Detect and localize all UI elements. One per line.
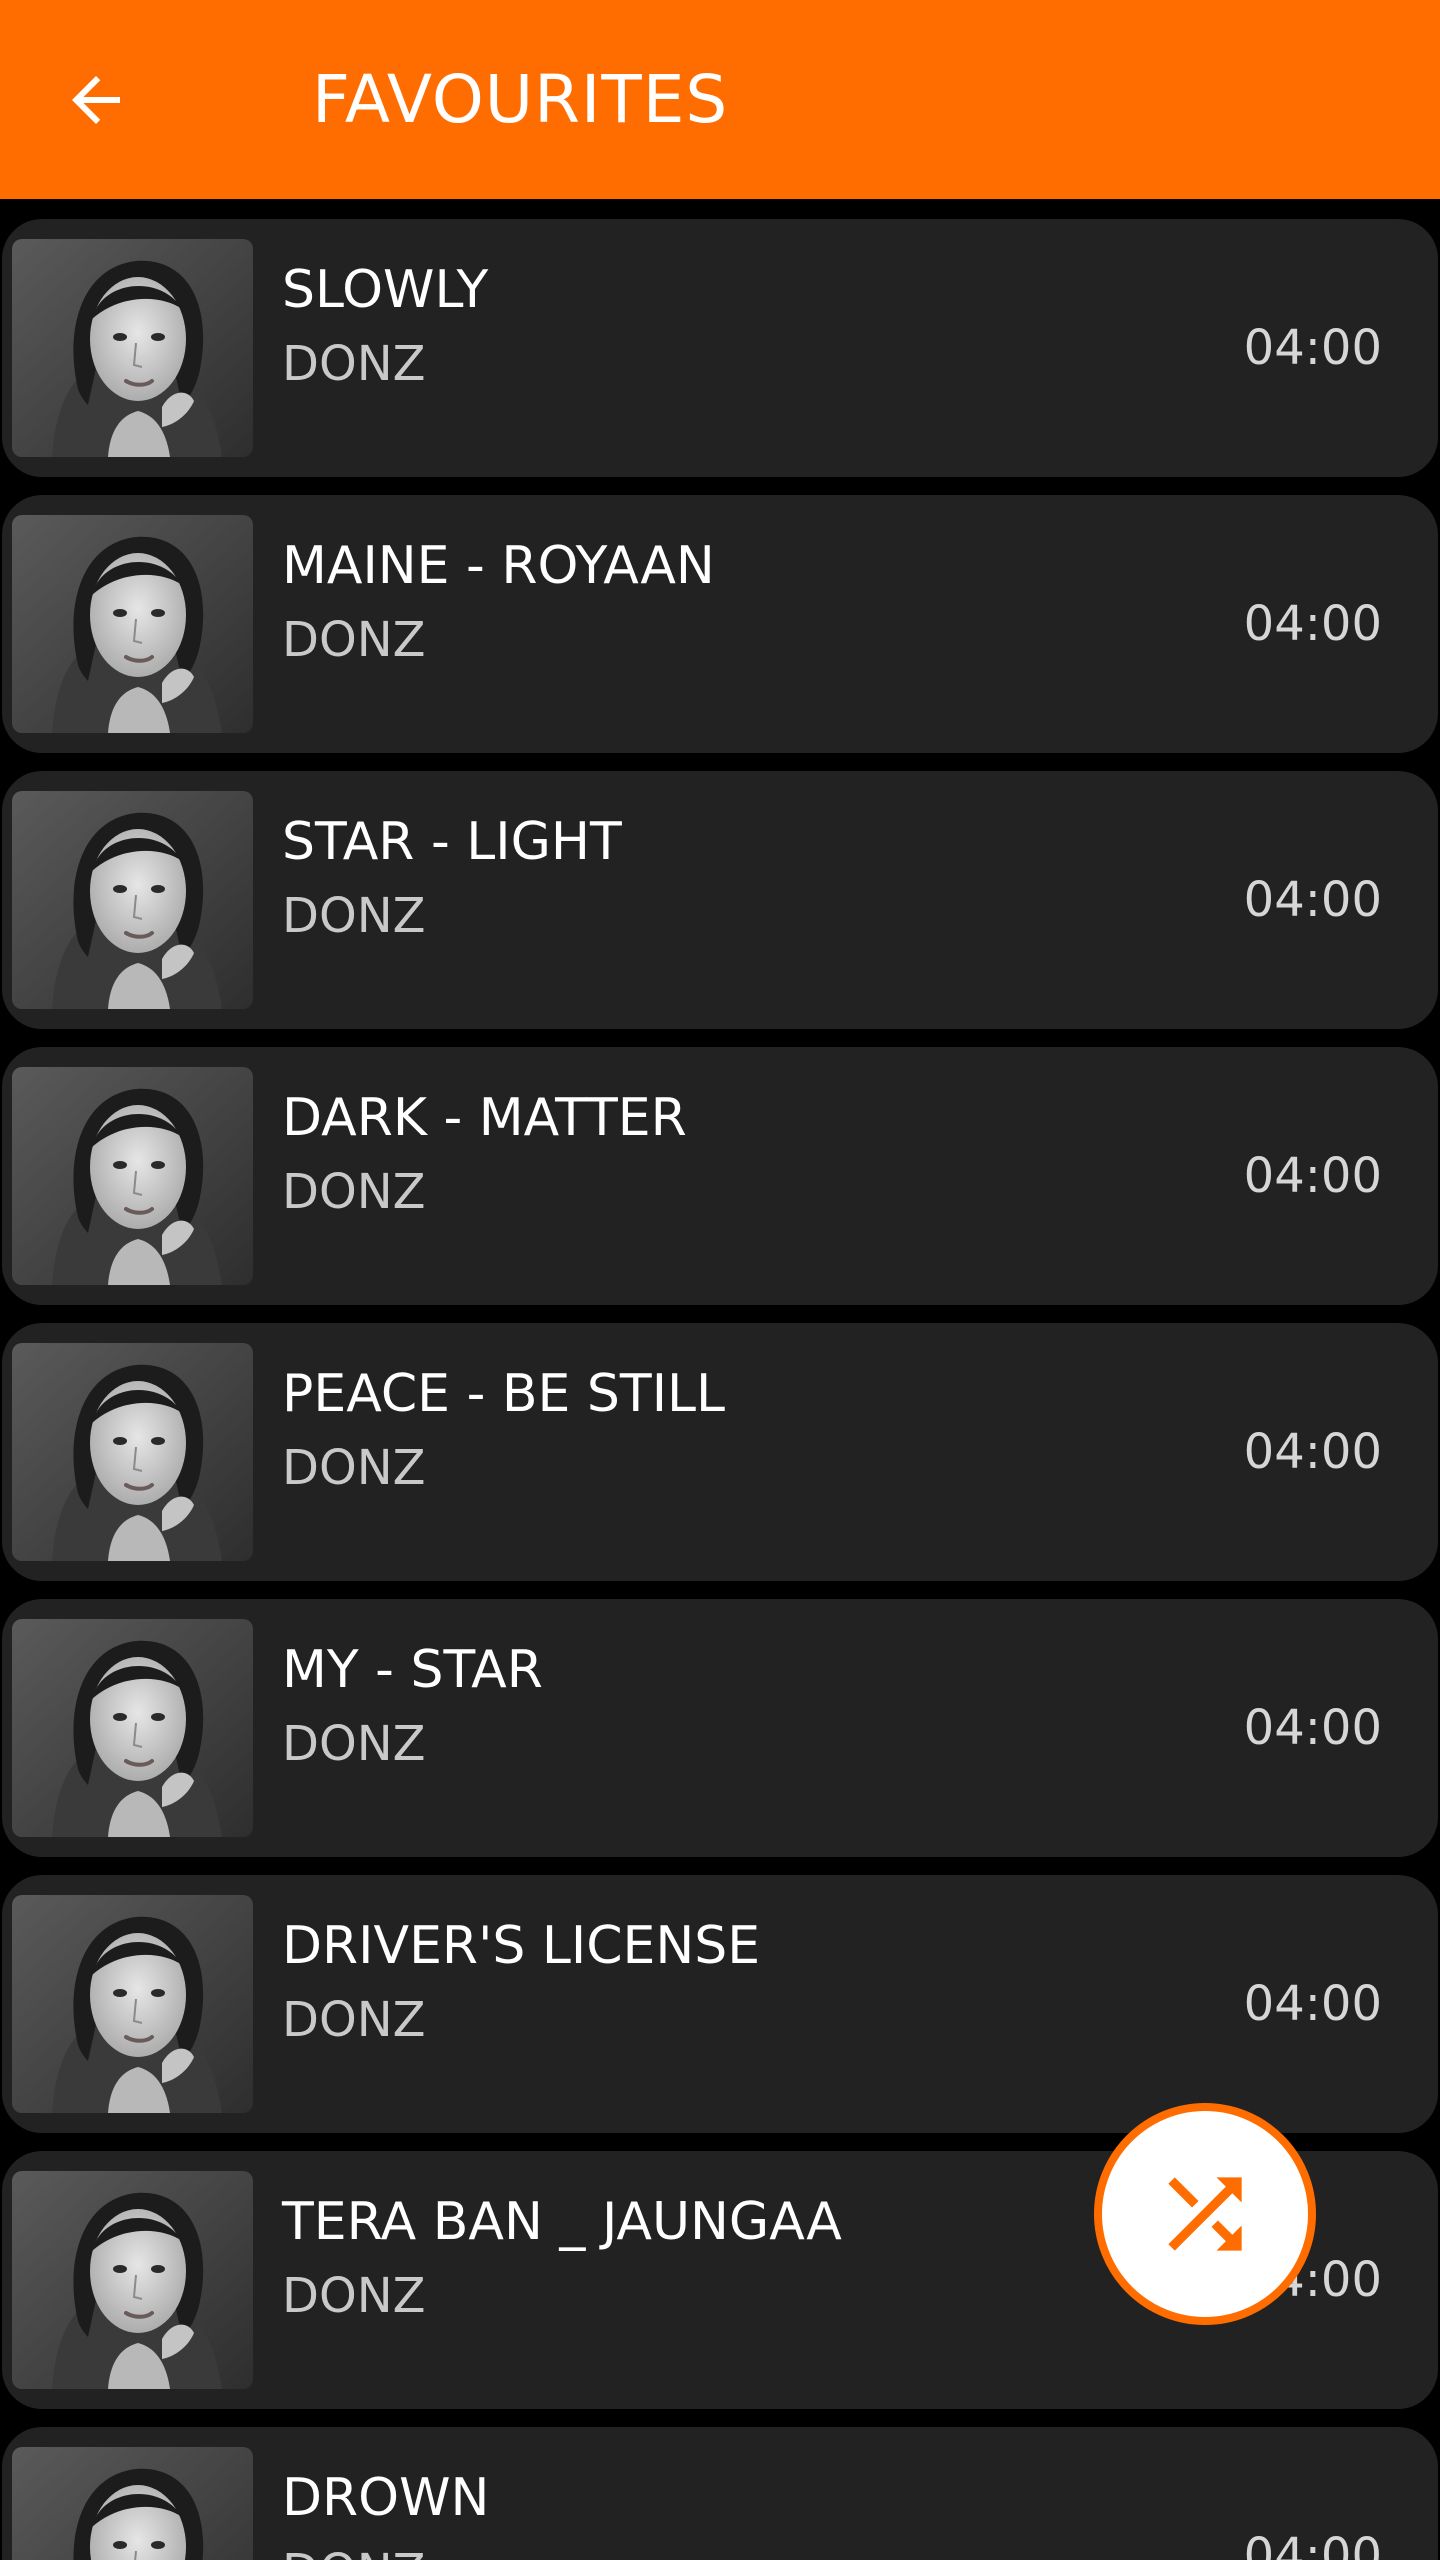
album-art-thumbnail [12, 515, 253, 733]
song-duration: 04:00 [1243, 872, 1382, 928]
album-art-thumbnail [12, 1895, 253, 2113]
shuffle-icon [1168, 2177, 1242, 2251]
song-item[interactable]: MAINE - ROYAAN DONZ 04:00 [2, 495, 1438, 753]
page-title: FAVOURITES [312, 61, 729, 138]
album-art-thumbnail [12, 1067, 253, 1285]
song-title: TERA BAN _ JAUNGAA [282, 2192, 842, 2252]
album-art-thumbnail [12, 2447, 253, 2560]
song-artist: DONZ [282, 612, 426, 668]
song-artist: DONZ [282, 1164, 426, 1220]
song-duration: 04:00 [1243, 1424, 1382, 1480]
song-item[interactable]: DRIVER'S LICENSE DONZ 04:00 [2, 1875, 1438, 2133]
album-art-thumbnail [12, 2171, 253, 2389]
song-title: PEACE - BE STILL [282, 1364, 725, 1424]
song-artist: DONZ [282, 888, 426, 944]
album-art-thumbnail [12, 791, 253, 1009]
song-duration: 04:00 [1243, 596, 1382, 652]
song-title: DROWN [282, 2468, 490, 2528]
song-title: DARK - MATTER [282, 1088, 687, 1148]
song-duration: 04:00 [1243, 320, 1382, 376]
back-button[interactable] [48, 52, 144, 148]
album-art-thumbnail [12, 239, 253, 457]
song-title: MAINE - ROYAAN [282, 536, 715, 596]
song-title: DRIVER'S LICENSE [282, 1916, 761, 1976]
song-title: MY - STAR [282, 1640, 543, 1700]
song-duration: 04:00 [1243, 2528, 1382, 2560]
app-bar: FAVOURITES [0, 0, 1440, 199]
song-artist: DONZ [282, 1440, 426, 1496]
song-duration: 04:00 [1243, 1976, 1382, 2032]
song-title: STAR - LIGHT [282, 812, 622, 872]
arrow-left-icon [72, 76, 120, 124]
song-artist: DONZ [282, 336, 426, 392]
song-artist: DONZ [282, 1992, 426, 2048]
song-item[interactable]: MY - STAR DONZ 04:00 [2, 1599, 1438, 1857]
shuffle-button[interactable] [1094, 2103, 1316, 2325]
album-art-thumbnail [12, 1619, 253, 1837]
song-duration: 04:00 [1243, 1148, 1382, 1204]
song-artist: DONZ [282, 1716, 426, 1772]
album-art-thumbnail [12, 1343, 253, 1561]
song-item[interactable]: STAR - LIGHT DONZ 04:00 [2, 771, 1438, 1029]
song-title: SLOWLY [282, 260, 489, 320]
song-artist: DONZ [282, 2268, 426, 2324]
song-duration: 04:00 [1243, 1700, 1382, 1756]
song-item[interactable]: PEACE - BE STILL DONZ 04:00 [2, 1323, 1438, 1581]
song-item[interactable]: DARK - MATTER DONZ 04:00 [2, 1047, 1438, 1305]
song-item[interactable]: DROWN DONZ 04:00 [2, 2427, 1438, 2560]
song-artist: DONZ [282, 2543, 426, 2560]
song-item[interactable]: SLOWLY DONZ 04:00 [2, 219, 1438, 477]
